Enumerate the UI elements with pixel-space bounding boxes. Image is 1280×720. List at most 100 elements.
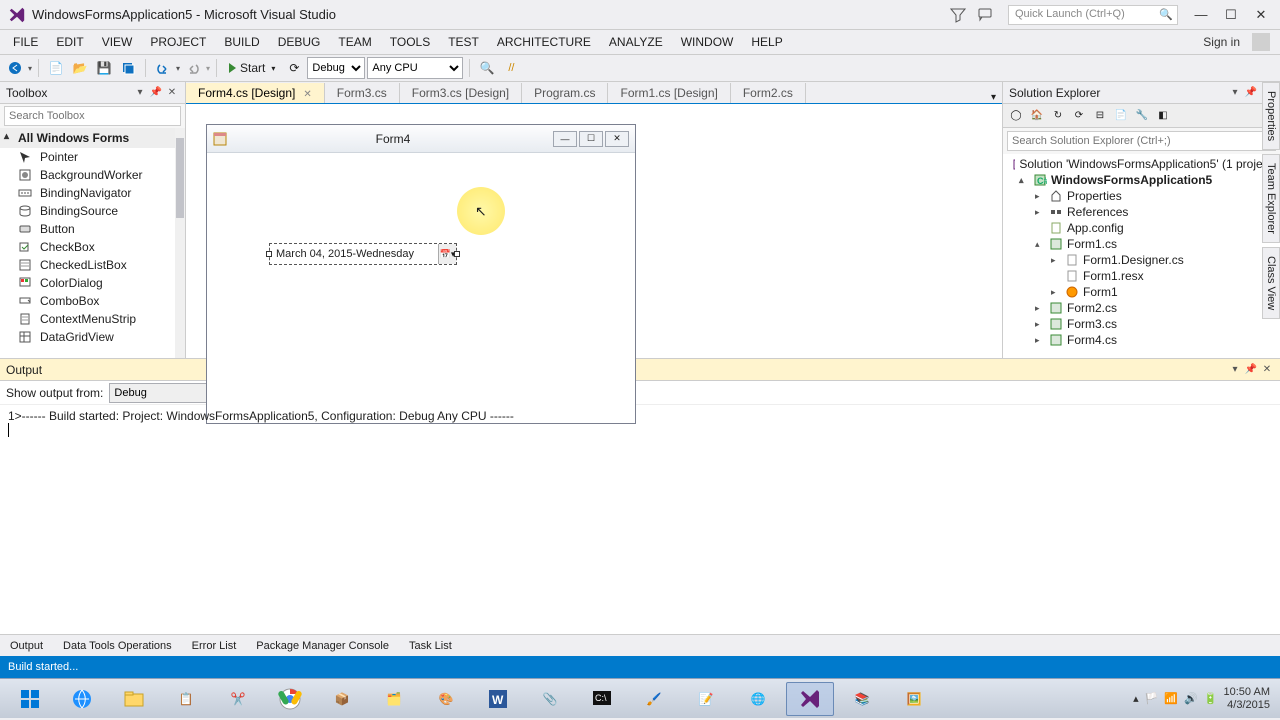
taskbar-winrar-icon[interactable]: 📚 xyxy=(838,682,886,716)
toolbox-item[interactable]: DataGridView xyxy=(0,328,185,346)
output-text[interactable]: 1>------ Build started: Project: Windows… xyxy=(0,405,1280,634)
form-window[interactable]: Form4 — ☐ ✕ ↖ March 04, 2015-Wednesday 📅… xyxy=(206,124,636,424)
open-button[interactable]: 📂 xyxy=(69,57,91,79)
start-button[interactable]: Start▾ xyxy=(223,57,281,79)
taskbar-app-icon[interactable]: 🖌️ xyxy=(630,682,678,716)
tree-node[interactable]: ▸Form1 xyxy=(1003,284,1280,300)
tray-up-icon[interactable]: ▴ xyxy=(1133,692,1139,705)
tree-node[interactable]: ▸References xyxy=(1003,204,1280,220)
doc-tab[interactable]: Form2.cs xyxy=(731,83,806,103)
taskbar-app-icon[interactable]: 📎 xyxy=(526,682,574,716)
doc-tab[interactable]: Program.cs xyxy=(522,83,608,103)
toolbox-item[interactable]: CheckBox xyxy=(0,238,185,256)
doc-tab[interactable]: Form3.cs [Design] xyxy=(400,83,522,103)
collapse-icon[interactable]: ⊟ xyxy=(1091,107,1109,125)
bottom-tab-output[interactable]: Output xyxy=(0,637,53,655)
panel-menu-icon[interactable]: ▾ xyxy=(1228,363,1242,377)
toolbox-item[interactable]: BindingNavigator xyxy=(0,184,185,202)
taskbar-ie-icon[interactable] xyxy=(58,682,106,716)
taskbar-snip-icon[interactable]: ✂️ xyxy=(214,682,262,716)
toolbox-search-input[interactable] xyxy=(4,106,181,126)
showall-icon[interactable]: 📄 xyxy=(1112,107,1130,125)
menu-analyze[interactable]: ANALYZE xyxy=(600,32,672,52)
panel-menu-icon[interactable]: ▾ xyxy=(133,86,147,100)
taskbar-chrome-icon[interactable] xyxy=(266,682,314,716)
bottom-tab-errorlist[interactable]: Error List xyxy=(182,637,247,655)
toolbox-scrollbar[interactable] xyxy=(175,128,185,358)
solexp-search-input[interactable] xyxy=(1007,131,1276,151)
refresh-icon[interactable]: ⟳ xyxy=(1070,107,1088,125)
menu-help[interactable]: HELP xyxy=(742,32,791,52)
menu-build[interactable]: BUILD xyxy=(215,32,268,52)
form-close-button[interactable]: ✕ xyxy=(605,131,629,147)
toolbox-item[interactable]: Pointer xyxy=(0,148,185,166)
platform-select[interactable]: Any CPU xyxy=(367,57,463,79)
right-tab-class-view[interactable]: Class View xyxy=(1262,247,1280,319)
close-panel-icon[interactable]: ✕ xyxy=(165,86,179,100)
bottom-tab-pmc[interactable]: Package Manager Console xyxy=(246,637,399,655)
save-button[interactable]: 💾 xyxy=(93,57,115,79)
save-all-button[interactable] xyxy=(117,57,139,79)
taskbar-app-icon[interactable]: 📦 xyxy=(318,682,366,716)
tree-node[interactable]: ▸Properties xyxy=(1003,188,1280,204)
close-button[interactable]: ✕ xyxy=(1246,4,1276,26)
tree-node[interactable]: Form1.resx xyxy=(1003,268,1280,284)
taskbar-app-icon[interactable]: 🌐 xyxy=(734,682,782,716)
back-icon[interactable]: ◯ xyxy=(1007,107,1025,125)
tray-flag-icon[interactable]: 🏳️ xyxy=(1145,692,1159,705)
user-avatar-icon[interactable] xyxy=(1252,33,1270,51)
start-menu-button[interactable] xyxy=(6,682,54,716)
menu-tools[interactable]: TOOLS xyxy=(381,32,439,52)
taskbar-vs-icon[interactable] xyxy=(786,682,834,716)
menu-debug[interactable]: DEBUG xyxy=(269,32,330,52)
home-icon[interactable]: 🏠 xyxy=(1028,107,1046,125)
minimize-button[interactable]: — xyxy=(1186,4,1216,26)
tray-volume-icon[interactable]: 🔊 xyxy=(1184,692,1198,705)
sync-icon[interactable]: ↻ xyxy=(1049,107,1067,125)
taskbar-photos-icon[interactable]: 🖼️ xyxy=(890,682,938,716)
menu-window[interactable]: WINDOW xyxy=(672,32,743,52)
panel-menu-icon[interactable]: ▾ xyxy=(1228,86,1242,100)
tree-node[interactable]: ▸Form3.cs xyxy=(1003,316,1280,332)
menu-test[interactable]: TEST xyxy=(439,32,488,52)
taskbar-app-icon[interactable]: 📋 xyxy=(162,682,210,716)
tab-close-icon[interactable]: ✕ xyxy=(303,89,311,100)
toolbox-item[interactable]: Button xyxy=(0,220,185,238)
tray-clock[interactable]: 10:50 AM 4/3/2015 xyxy=(1224,686,1270,710)
taskbar-app-icon[interactable]: 📝 xyxy=(682,682,730,716)
menu-project[interactable]: PROJECT xyxy=(141,32,215,52)
nav-back-button[interactable] xyxy=(4,57,26,79)
toolbox-item[interactable]: CheckedListBox xyxy=(0,256,185,274)
close-panel-icon[interactable]: ✕ xyxy=(1260,363,1274,377)
redo-button[interactable] xyxy=(182,57,204,79)
tree-project[interactable]: ▴C#WindowsFormsApplication5 xyxy=(1003,172,1280,188)
feedback-icon[interactable] xyxy=(978,7,994,23)
taskbar-paint-icon[interactable]: 🎨 xyxy=(422,682,470,716)
menu-view[interactable]: VIEW xyxy=(93,32,142,52)
doc-tab[interactable]: Form3.cs xyxy=(325,83,400,103)
menu-edit[interactable]: EDIT xyxy=(47,32,92,52)
properties-icon[interactable]: 🔧 xyxy=(1133,107,1151,125)
pin-icon[interactable]: 📌 xyxy=(1244,363,1258,377)
taskbar-cmd-icon[interactable]: C:\ xyxy=(578,682,626,716)
pin-icon[interactable]: 📌 xyxy=(1244,86,1258,100)
config-select[interactable]: Debug xyxy=(307,57,365,79)
tree-solution[interactable]: Solution 'WindowsFormsApplication5' (1 p… xyxy=(1003,156,1280,172)
menu-file[interactable]: FILE xyxy=(4,32,47,52)
funnel-icon[interactable] xyxy=(950,7,966,23)
doc-tab[interactable]: Form4.cs [Design]✕ xyxy=(186,83,325,103)
taskbar-word-icon[interactable]: W xyxy=(474,682,522,716)
tab-overflow-icon[interactable]: ▾ xyxy=(985,92,1002,103)
new-project-button[interactable]: 📄 xyxy=(45,57,67,79)
tray-network-icon[interactable]: 📶 xyxy=(1164,692,1178,705)
quick-launch-input[interactable]: Quick Launch (Ctrl+Q)🔍 xyxy=(1008,5,1178,25)
form-maximize-button[interactable]: ☐ xyxy=(579,131,603,147)
right-tab-properties[interactable]: Properties xyxy=(1262,82,1280,150)
pin-icon[interactable]: 📌 xyxy=(149,86,163,100)
form-minimize-button[interactable]: — xyxy=(553,131,577,147)
form-designer[interactable]: Form4 — ☐ ✕ ↖ March 04, 2015-Wednesday 📅… xyxy=(186,104,1002,358)
toolbox-item[interactable]: ColorDialog xyxy=(0,274,185,292)
find-button[interactable]: 🔍 xyxy=(476,57,498,79)
tree-node[interactable]: ▸Form1.Designer.cs xyxy=(1003,252,1280,268)
toolbox-item[interactable]: ContextMenuStrip xyxy=(0,310,185,328)
